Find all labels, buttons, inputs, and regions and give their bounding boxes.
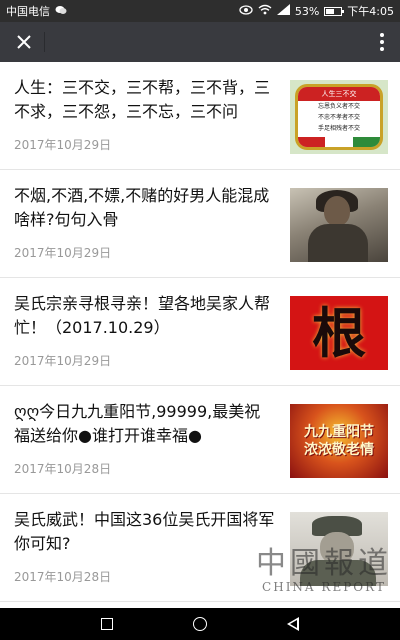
badge-line: 忘恩负义者不交 [317, 103, 360, 110]
badge-line: 手足相残者不交 [317, 125, 360, 132]
article-thumbnail: 人生三不交 忘恩负义者不交 不忠不孝者不交 手足相残者不交 [290, 80, 388, 154]
title-bar [0, 22, 400, 62]
root-character: 根 [312, 301, 366, 365]
title-divider [44, 32, 45, 52]
wifi-icon [258, 4, 272, 18]
article-title: 人生：三不交，三不帮，三不背，三不求，三不怨，三不忘，三不问 [14, 78, 271, 121]
article-thumbnail: 九九重阳节 浓浓敬老情 [290, 404, 388, 478]
article-title: 吴氏宗亲寻根寻亲！望各地吴家人帮忙！（2017.10.29） [14, 294, 271, 337]
more-vertical-icon[interactable] [372, 28, 392, 56]
article-item[interactable]: 吴氏威武！中国这36位吴氏开国将军你可知? 2017年10月28日 [0, 494, 400, 602]
article-item[interactable]: 不烟,不酒,不嫖,不赌的好男人能混成啥样?句句入骨 2017年10月29日 [0, 170, 400, 278]
article-date: 2017年10月28日 [14, 570, 112, 584]
eye-icon [239, 4, 253, 18]
carrier-label: 中国电信 [6, 5, 50, 18]
article-title: ღღ今日九九重阳节,99999,最美祝福送给你●谁打开谁幸福● [14, 402, 261, 445]
status-bar: 中国电信 53% 下午4:05 [0, 0, 400, 22]
article-thumbnail [290, 512, 388, 586]
badge-header: 人生三不交 [298, 87, 380, 101]
badge-graphic: 人生三不交 忘恩负义者不交 不忠不孝者不交 手足相残者不交 [295, 84, 383, 150]
article-date: 2017年10月29日 [14, 138, 112, 152]
article-title: 吴氏威武！中国这36位吴氏开国将军你可知? [14, 510, 275, 553]
article-item[interactable]: ღღ今日九九重阳节,99999,最美祝福送给你●谁打开谁幸福● 2017年10月… [0, 386, 400, 494]
navigation-bar [0, 608, 400, 640]
festival-line: 九九重阳节 [304, 424, 374, 440]
recent-apps-icon[interactable] [93, 610, 121, 638]
battery-percent: 53% [294, 4, 320, 18]
signal-icon [276, 4, 290, 18]
article-item[interactable]: 人生：三不交，三不帮，三不背，三不求，三不怨，三不忘，三不问 2017年10月2… [0, 62, 400, 170]
clock-time: 下午4:05 [347, 5, 394, 18]
article-list: 人生：三不交，三不帮，三不背，三不求，三不怨，三不忘，三不问 2017年10月2… [0, 62, 400, 608]
article-item[interactable]: 吴氏宗亲寻根寻亲！望各地吴家人帮忙！（2017.10.29） 2017年10月2… [0, 278, 400, 386]
article-date: 2017年10月29日 [14, 354, 112, 368]
home-icon[interactable] [186, 610, 214, 638]
close-icon[interactable] [10, 28, 38, 56]
battery-icon [324, 6, 345, 16]
back-icon[interactable] [279, 610, 307, 638]
badge-stripe [298, 137, 380, 147]
article-date: 2017年10月29日 [14, 246, 112, 260]
badge-line: 不忠不孝者不交 [317, 114, 360, 121]
article-thumbnail: 根 [290, 296, 388, 370]
festival-line: 浓浓敬老情 [304, 442, 374, 458]
chat-notification-icon [55, 5, 67, 18]
article-title: 不烟,不酒,不嫖,不赌的好男人能混成啥样?句句入骨 [14, 186, 270, 229]
article-date: 2017年10月28日 [14, 462, 112, 476]
article-thumbnail [290, 188, 388, 262]
